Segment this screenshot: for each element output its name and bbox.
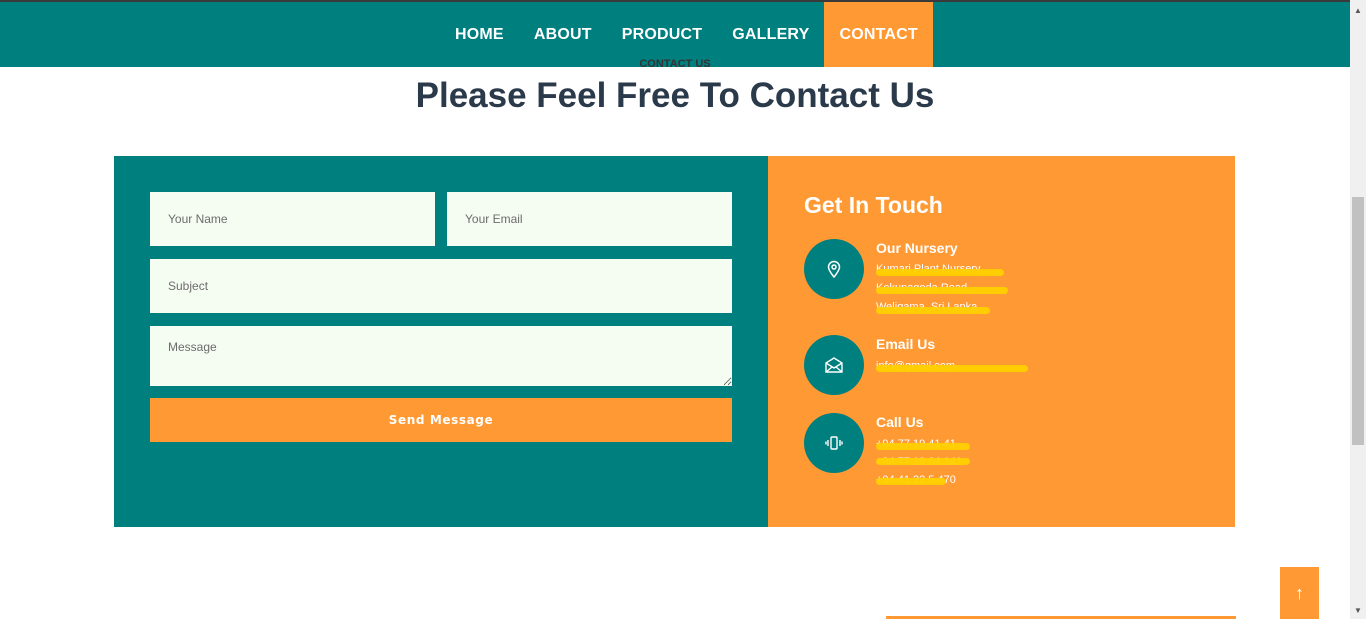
map-pin-icon [804,239,864,299]
envelope-icon [804,335,864,395]
redaction-mark [876,307,990,314]
call-title: Call Us [876,414,924,430]
phone-vibrate-icon [804,413,864,473]
section-kicker: CONTACT US [639,58,711,67]
redaction-mark [876,478,946,485]
name-input[interactable] [150,192,435,246]
redaction-mark [876,269,1004,276]
page-title: Please Feel Free To Contact Us [415,76,935,115]
message-textarea[interactable] [150,326,732,386]
redaction-mark [876,365,1028,372]
scrollbar-thumb[interactable] [1352,197,1364,445]
scroll-down-arrow-icon[interactable]: ▼ [1350,602,1366,619]
page: HOME ABOUT PRODUCT GALLERY CONTACT CONTA… [0,0,1366,619]
email-input[interactable] [447,192,732,246]
redaction-mark [876,287,1008,294]
scroll-up-arrow-icon[interactable]: ▲ [1350,2,1366,19]
info-title: Get In Touch [804,192,943,218]
redaction-mark [876,443,970,450]
vertical-scrollbar[interactable]: ▲ ▼ [1350,0,1366,619]
nursery-title: Our Nursery [876,240,958,256]
contact-form: Send Message [114,156,768,527]
subject-input[interactable] [150,259,732,313]
send-message-button[interactable]: Send Message [150,398,732,442]
back-to-top-button[interactable]: ↑ [1280,567,1319,619]
get-in-touch-panel: Get In Touch Our Nursery Kumari Plant Nu… [768,156,1235,527]
redaction-mark [876,458,970,465]
arrow-up-icon: ↑ [1295,582,1304,603]
email-title: Email Us [876,336,936,352]
